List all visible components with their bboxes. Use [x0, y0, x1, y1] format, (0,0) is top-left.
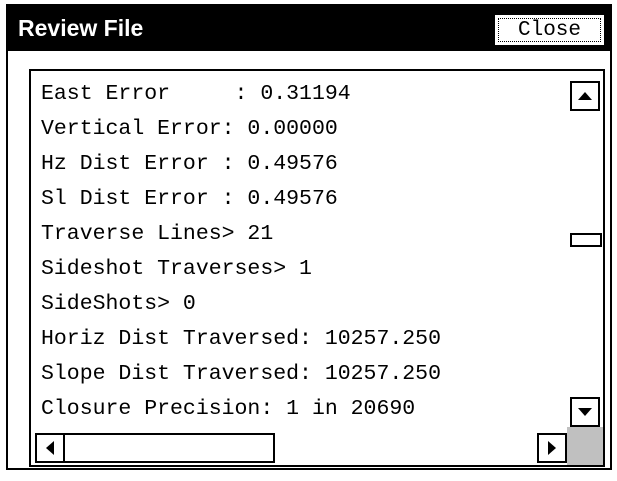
scroll-up-button[interactable] — [570, 81, 600, 111]
review-line: Traverse Lines> 21 — [41, 222, 274, 246]
scroll-right-button[interactable] — [537, 433, 567, 463]
review-line: Sideshot Traverses> 1 — [41, 257, 312, 281]
window-title: Review File — [18, 15, 144, 41]
review-line: East Error : 0.31194 — [41, 82, 351, 106]
horizontal-scrollbar[interactable] — [35, 433, 567, 463]
arrow-left-icon — [46, 441, 54, 455]
arrow-up-icon — [578, 92, 592, 100]
review-line: Hz Dist Error : 0.49576 — [41, 152, 338, 176]
arrow-down-icon — [578, 408, 592, 416]
review-file-window: Review File Close East Error : 0.31194 V… — [6, 4, 612, 470]
scroll-down-button[interactable] — [570, 397, 600, 427]
review-line: Vertical Error: 0.00000 — [41, 117, 338, 141]
vertical-scroll-thumb[interactable] — [570, 233, 602, 247]
close-button-label: Close — [498, 18, 601, 42]
close-button[interactable]: Close — [494, 14, 605, 46]
review-line: Sl Dist Error : 0.49576 — [41, 187, 338, 211]
scroll-corner — [567, 427, 603, 465]
review-line: Closure Precision: 1 in 20690 — [41, 397, 416, 421]
scroll-left-button[interactable] — [35, 433, 65, 463]
arrow-right-icon — [548, 441, 556, 455]
review-line: Slope Dist Traversed: 10257.250 — [41, 362, 441, 386]
review-line: SideShots> 0 — [41, 292, 196, 316]
title-bar: Review File Close — [8, 6, 610, 51]
review-lines: East Error : 0.31194 Vertical Error: 0.0… — [41, 77, 441, 427]
horizontal-scroll-thumb[interactable] — [63, 433, 275, 463]
review-text-panel[interactable]: East Error : 0.31194 Vertical Error: 0.0… — [29, 69, 605, 467]
review-line: Horiz Dist Traversed: 10257.250 — [41, 327, 441, 351]
